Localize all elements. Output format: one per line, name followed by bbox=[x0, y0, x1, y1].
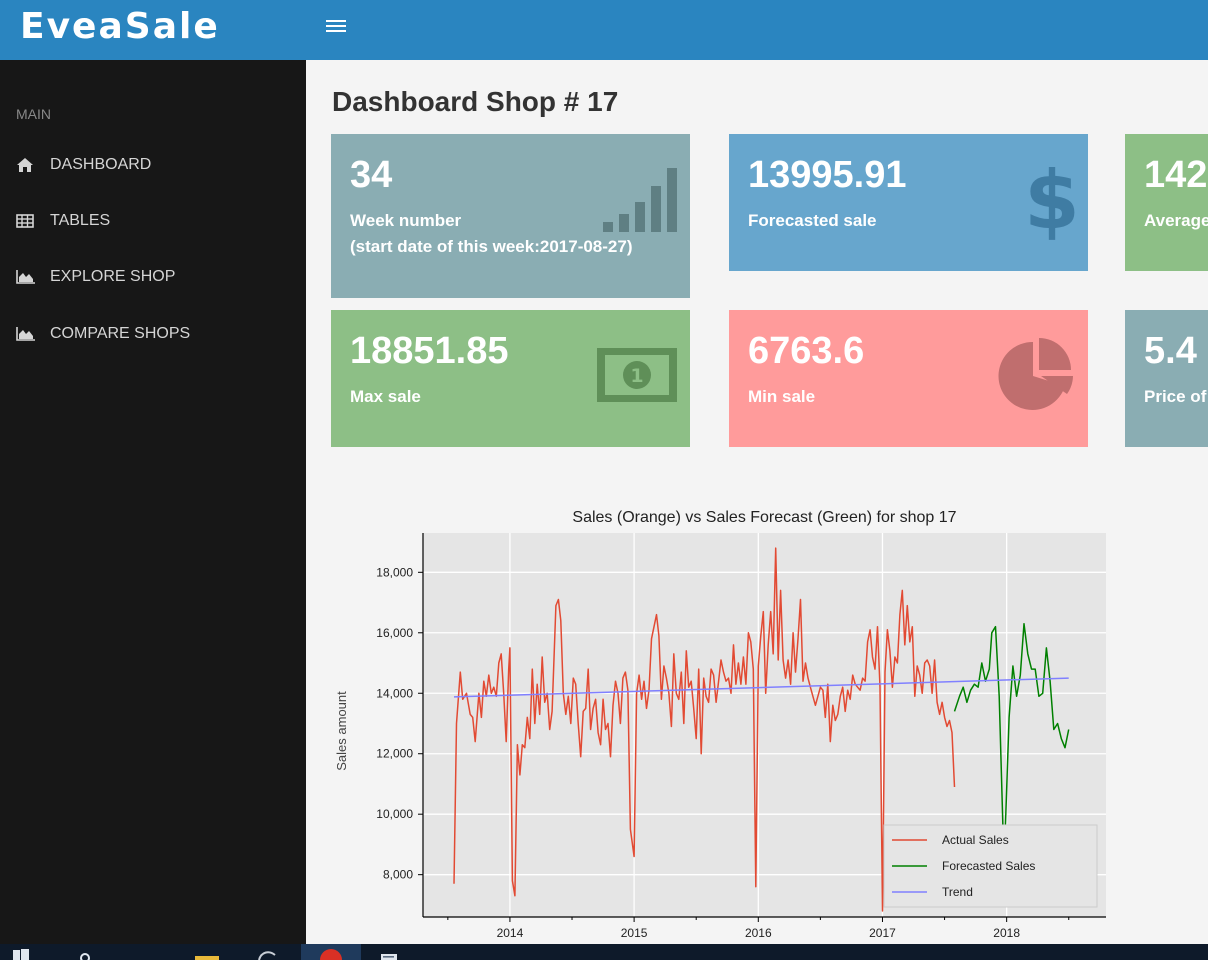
stat-value: 34 bbox=[350, 154, 393, 196]
stat-value: 6763.6 bbox=[748, 330, 865, 372]
x-tick-label: 2017 bbox=[869, 926, 896, 940]
chrome-taskbar-icon[interactable] bbox=[301, 944, 361, 960]
signal-bars-icon bbox=[601, 166, 679, 237]
x-tick-label: 2015 bbox=[621, 926, 648, 940]
legend-label: Trend bbox=[942, 885, 973, 899]
y-tick-label: 16,000 bbox=[376, 626, 413, 640]
stat-label: Min sale bbox=[748, 387, 816, 406]
table-icon bbox=[16, 214, 50, 228]
pie-chart-icon bbox=[997, 336, 1075, 415]
y-tick-label: 10,000 bbox=[376, 807, 413, 821]
stat-card-average: 142 Average bbox=[1125, 134, 1208, 271]
legend-label: Forecasted Sales bbox=[942, 859, 1035, 873]
menu-toggle-icon[interactable] bbox=[326, 20, 346, 36]
y-axis-label: Sales amount bbox=[334, 691, 349, 771]
sales-chart-svg: 2014 2015 2016 2017 2018 8,000 10,000 12,000 14,… bbox=[334, 509, 1106, 940]
sidebar-item-label: EXPLORE SHOP bbox=[50, 268, 176, 285]
stat-label: Forecasted sale bbox=[748, 211, 877, 230]
file-explorer-icon[interactable] bbox=[194, 946, 220, 960]
area-chart-icon bbox=[16, 327, 50, 341]
page-title: Dashboard Shop # 17 bbox=[332, 86, 619, 117]
sidebar-heading: MAIN bbox=[16, 106, 51, 122]
chart-title: Sales (Orange) vs Sales Forecast (Green)… bbox=[572, 509, 956, 526]
dollar-icon: $ bbox=[1024, 154, 1080, 247]
sidebar-item-compare-shops[interactable]: COMPARE SHOPS bbox=[0, 314, 306, 354]
os-taskbar bbox=[0, 944, 1208, 960]
stat-label: Average bbox=[1144, 211, 1208, 230]
stat-value: 18851.85 bbox=[350, 330, 509, 372]
money-bill-icon: 1 bbox=[595, 346, 679, 409]
y-tick-label: 14,000 bbox=[376, 686, 413, 700]
y-tick-label: 18,000 bbox=[376, 565, 413, 579]
sidebar-item-tables[interactable]: TABLES bbox=[0, 201, 306, 241]
stat-value: 5.4 bbox=[1144, 330, 1197, 372]
sales-chart: 2014 2015 2016 2017 2018 8,000 10,000 12,000 14,… bbox=[306, 490, 1208, 944]
top-bar: EveaSale bbox=[0, 0, 1208, 60]
stat-card-min-sale: 6763.6 Min sale bbox=[729, 310, 1088, 447]
svg-text:1: 1 bbox=[630, 365, 643, 387]
sidebar-item-label: COMPARE SHOPS bbox=[50, 325, 191, 342]
sidebar-item-dashboard[interactable]: DASHBOARD bbox=[0, 145, 306, 185]
x-tick-label: 2018 bbox=[993, 926, 1020, 940]
sidebar-item-explore-shop[interactable]: EXPLORE SHOP bbox=[0, 257, 306, 297]
search-icon[interactable] bbox=[78, 946, 92, 960]
stat-card-week-number: 34 Week number (start date of this week:… bbox=[331, 134, 690, 298]
stat-sublabel: (start date of this week:2017-08-27) bbox=[350, 237, 633, 256]
stat-value: 13995.91 bbox=[748, 154, 907, 196]
y-tick-label: 8,000 bbox=[383, 868, 413, 882]
taskbar-app-icon[interactable] bbox=[256, 946, 282, 960]
brand-logo[interactable]: EveaSale bbox=[20, 6, 220, 47]
area-chart-icon bbox=[16, 270, 50, 284]
stat-label: Price of bbox=[1144, 387, 1207, 406]
stat-label: Week number bbox=[350, 211, 462, 230]
home-icon bbox=[16, 157, 50, 173]
sidebar-item-label: DASHBOARD bbox=[50, 156, 152, 173]
x-tick-label: 2014 bbox=[497, 926, 524, 940]
stat-value: 142 bbox=[1144, 154, 1208, 196]
stat-card-forecasted-sale: 13995.91 Forecasted sale $ bbox=[729, 134, 1088, 271]
sidebar-item-label: TABLES bbox=[50, 212, 111, 229]
y-tick-label: 12,000 bbox=[376, 747, 413, 761]
main-content: Dashboard Shop # 17 34 Week number (star… bbox=[306, 60, 1208, 944]
svg-text:$: $ bbox=[1027, 158, 1077, 240]
legend-label: Actual Sales bbox=[942, 833, 1009, 847]
notepad-icon[interactable] bbox=[376, 946, 404, 960]
sidebar: MAIN DASHBOARD TABLES EXPLORE SHOP COMPA… bbox=[0, 60, 306, 944]
stat-label: Max sale bbox=[350, 387, 421, 406]
x-tick-label: 2016 bbox=[745, 926, 772, 940]
stat-card-max-sale: 18851.85 Max sale 1 bbox=[331, 310, 690, 447]
windows-start-icon[interactable] bbox=[10, 946, 32, 960]
stat-card-price: 5.4 Price of bbox=[1125, 310, 1208, 447]
